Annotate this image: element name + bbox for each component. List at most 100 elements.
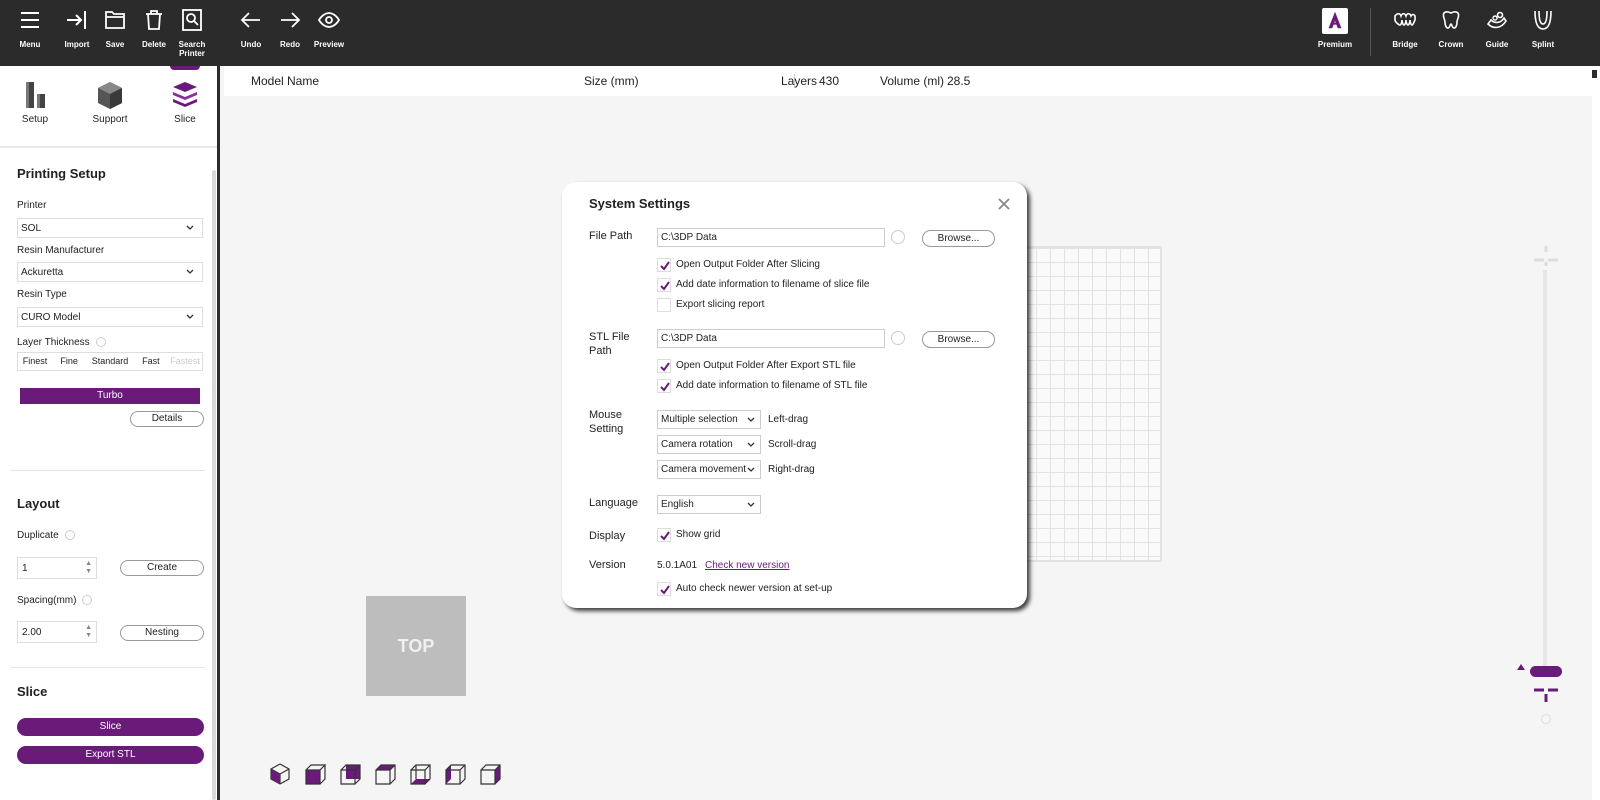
preview-button[interactable]: Preview — [306, 8, 352, 49]
turbo-button[interactable]: Turbo — [20, 388, 200, 404]
right-scrollbar-thumb[interactable] — [1592, 70, 1597, 78]
checkmark-icon — [660, 531, 670, 541]
spacing-input[interactable]: 2.00 ▲ ▼ — [17, 621, 97, 643]
printer-select[interactable]: SOL — [17, 218, 203, 238]
layer-slider-handle[interactable] — [1530, 666, 1562, 677]
printing-setup-title: Printing Setup — [17, 166, 106, 181]
tab-slice-label: Slice — [174, 114, 196, 125]
checkmark-icon — [660, 382, 670, 392]
layer-slider-track[interactable] — [1543, 270, 1547, 676]
layers-value: 430 — [819, 74, 840, 88]
resin-type-select[interactable]: CURO Model — [17, 307, 203, 327]
spinner-arrows-icon[interactable]: ▲ ▼ — [85, 560, 92, 576]
checkbox-label: Export slicing report — [676, 299, 765, 310]
slider-info-icon[interactable] — [1541, 714, 1551, 724]
language-select[interactable]: English — [657, 495, 761, 514]
preview-label: Preview — [313, 40, 345, 49]
splint-button[interactable]: Splint — [1520, 8, 1566, 49]
checkmark-icon — [660, 261, 670, 271]
info-icon[interactable] — [891, 331, 905, 345]
slider-arrow-up-icon[interactable] — [1517, 664, 1525, 670]
slider-top-marker-icon[interactable] — [1530, 246, 1562, 266]
language-label: Language — [589, 497, 638, 509]
front-view-icon[interactable] — [303, 762, 327, 786]
checkbox[interactable] — [657, 359, 671, 373]
dialog-title: System Settings — [589, 196, 691, 211]
volume-value: 28.5 — [947, 74, 971, 88]
checkbox[interactable] — [657, 379, 671, 393]
crown-tooth-icon — [1442, 11, 1460, 29]
left-view-icon[interactable] — [443, 762, 467, 786]
bridge-button[interactable]: Bridge — [1382, 8, 1428, 49]
crown-label: Crown — [1438, 40, 1464, 49]
guide-button[interactable]: Guide — [1474, 8, 1520, 49]
mouse-scroll-drag-select[interactable]: Camera rotation — [657, 435, 761, 454]
checkbox[interactable] — [657, 258, 671, 272]
duplicate-value: 1 — [22, 563, 28, 574]
file-path-value: C:\3DP Data — [661, 232, 717, 243]
back-view-icon[interactable] — [338, 762, 362, 786]
bridge-icon — [1394, 12, 1416, 26]
tab-setup[interactable]: Setup — [5, 80, 65, 125]
duplicate-input[interactable]: 1 ▲ ▼ — [17, 557, 97, 579]
thickness-fine[interactable]: Fine — [52, 353, 86, 370]
search-printer-button[interactable]: Search Printer — [169, 8, 215, 58]
info-icon[interactable] — [64, 530, 75, 541]
resin-manufacturer-select[interactable]: Ackuretta — [17, 262, 203, 282]
slice-layers-icon — [173, 82, 197, 107]
info-icon[interactable] — [891, 230, 905, 244]
checkmark-icon — [660, 281, 670, 291]
right-view-icon[interactable] — [478, 762, 502, 786]
bridge-label: Bridge — [1392, 40, 1418, 49]
top-view-icon[interactable] — [373, 762, 397, 786]
info-icon[interactable] — [82, 595, 93, 606]
model-info-bar: Model Name Size (mm) Layers 430 Volume (… — [224, 66, 1592, 96]
mouse-left-drag-select[interactable]: Multiple selection — [657, 410, 761, 429]
arrow-right-icon — [281, 12, 301, 28]
bottom-view-icon[interactable] — [408, 762, 432, 786]
view-cube[interactable]: TOP — [366, 596, 466, 696]
premium-logo-icon — [1322, 8, 1348, 34]
right-scrollbar[interactable] — [1592, 66, 1600, 800]
left-panel: Setup Support Slice Printing Setup Print… — [0, 66, 220, 800]
tab-slice[interactable]: Slice — [155, 66, 215, 125]
nesting-button[interactable]: Nesting — [120, 625, 204, 641]
check-new-version-link[interactable]: Check new version — [705, 560, 789, 571]
setup-pillars-icon — [26, 82, 45, 108]
build-plate-grid[interactable] — [1020, 246, 1162, 562]
iso-view-icon[interactable] — [268, 762, 292, 786]
chevron-down-icon — [186, 269, 194, 274]
details-button[interactable]: Details — [130, 411, 204, 427]
spacing-label: Spacing(mm) — [17, 595, 77, 606]
stl-path-label: STL File Path — [589, 331, 630, 357]
spinner-arrows-icon[interactable]: ▲ ▼ — [85, 624, 92, 640]
crown-button[interactable]: Crown — [1428, 8, 1474, 49]
left-panel-scrollbar[interactable] — [212, 170, 216, 800]
checkbox[interactable] — [657, 278, 671, 292]
spacing-label-row: Spacing(mm) — [17, 595, 93, 606]
browse-file-path-button[interactable]: Browse... — [922, 230, 995, 247]
create-button[interactable]: Create — [120, 560, 204, 576]
chevron-down-icon — [747, 467, 755, 472]
tab-support[interactable]: Support — [80, 80, 140, 125]
display-label: Display — [589, 530, 626, 542]
premium-button[interactable]: Premium — [1310, 8, 1360, 49]
mouse-right-drag-select[interactable]: Camera movement — [657, 460, 761, 479]
checkbox[interactable] — [657, 582, 671, 596]
thickness-fast[interactable]: Fast — [134, 353, 168, 370]
export-stl-button[interactable]: Export STL — [17, 746, 204, 764]
file-path-input[interactable]: C:\3DP Data — [657, 228, 885, 247]
info-icon[interactable] — [95, 337, 106, 348]
slider-bottom-marker-icon[interactable] — [1530, 686, 1562, 704]
stl-path-input[interactable]: C:\3DP Data — [657, 329, 885, 348]
checkbox[interactable] — [657, 298, 671, 312]
close-icon[interactable] — [998, 198, 1010, 210]
browse-stl-path-button[interactable]: Browse... — [922, 331, 995, 348]
thickness-standard[interactable]: Standard — [86, 353, 134, 370]
version-value: 5.0.1A01 — [657, 560, 698, 571]
checkbox[interactable] — [657, 528, 671, 542]
menu-button[interactable]: Menu — [7, 8, 53, 49]
checkbox-label: Open Output Folder After Export STL file — [676, 360, 856, 371]
thickness-finest[interactable]: Finest — [18, 353, 52, 370]
slice-button[interactable]: Slice — [17, 718, 204, 736]
